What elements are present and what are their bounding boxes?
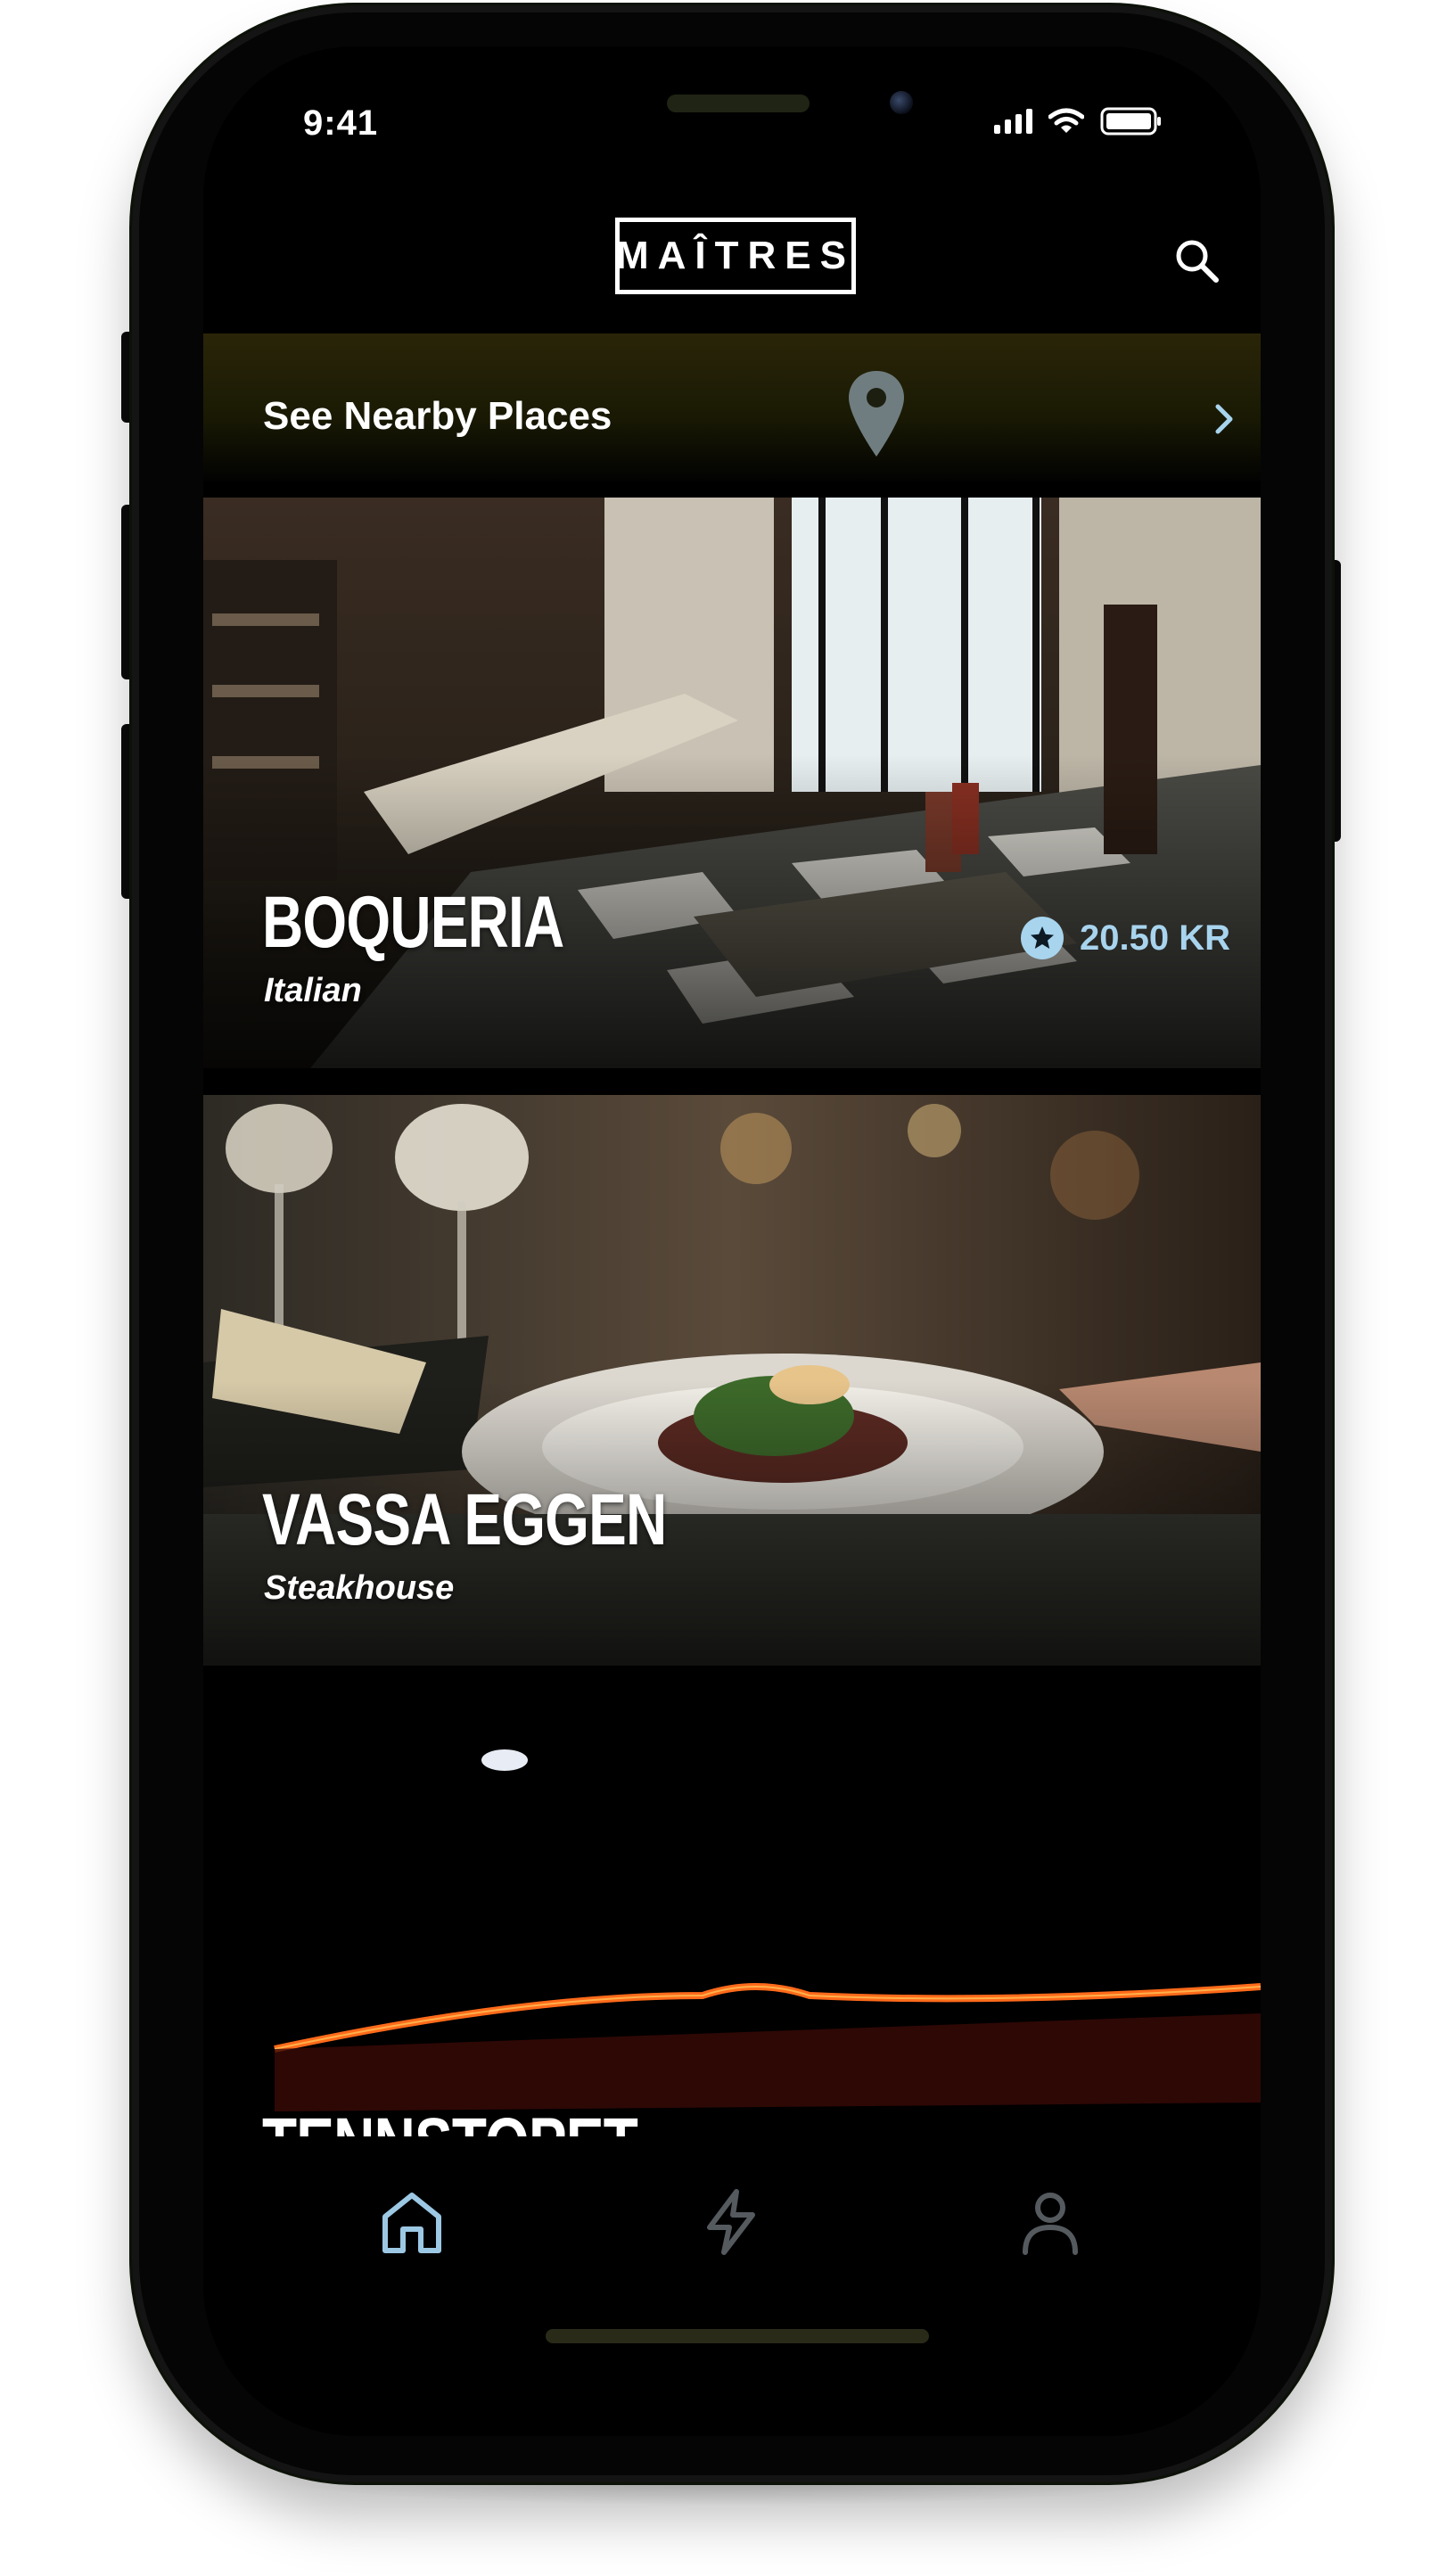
status-icons <box>994 107 1163 136</box>
restaurant-name: VASSA EGGEN <box>262 1479 667 1560</box>
lightning-icon[interactable] <box>695 2186 767 2258</box>
home-indicator[interactable] <box>546 2329 929 2343</box>
restaurant-card[interactable]: VASSA EGGEN Steakhouse <box>203 1095 1261 1666</box>
profile-icon[interactable] <box>1015 2186 1086 2258</box>
search-icon[interactable] <box>1171 235 1221 285</box>
cellular-signal-icon <box>994 109 1032 134</box>
nearby-places-label: See Nearby Places <box>263 394 612 438</box>
home-icon[interactable] <box>376 2186 448 2258</box>
battery-icon <box>1100 107 1161 136</box>
restaurant-card[interactable]: TENNSTOPET <box>203 1692 1261 2136</box>
restaurant-cuisine: Steakhouse <box>264 1569 455 1607</box>
app-logo[interactable]: MAÎTRES <box>615 218 856 294</box>
restaurant-cuisine: Italian <box>264 972 362 1009</box>
location-pin-icon <box>849 371 904 457</box>
price-text: 20.50 KR <box>1080 918 1230 958</box>
tab-bar <box>203 2136 1261 2315</box>
price-badge: 20.50 KR <box>1021 917 1230 959</box>
restaurant-name: BOQUERIA <box>262 882 564 963</box>
restaurant-photo <box>203 1692 1261 2136</box>
star-icon <box>1021 917 1065 959</box>
speaker-grille <box>667 95 810 112</box>
front-camera <box>890 91 913 114</box>
logo-text: MAÎTRES <box>616 234 855 277</box>
nearby-places-banner[interactable]: See Nearby Places <box>203 333 1261 481</box>
device-mockup: 9:41 MAÎTRES See Nearby Places BOQUERIA … <box>0 0 1455 2576</box>
chevron-right-icon <box>1215 404 1233 434</box>
app-screen: 9:41 MAÎTRES See Nearby Places BOQUERIA … <box>203 46 1261 2436</box>
restaurant-name: TENNSTOPET <box>262 2103 638 2136</box>
status-time: 9:41 <box>303 103 379 143</box>
restaurant-card[interactable]: BOQUERIA Italian 20.50 KR <box>203 498 1261 1068</box>
wifi-icon <box>1048 108 1084 133</box>
